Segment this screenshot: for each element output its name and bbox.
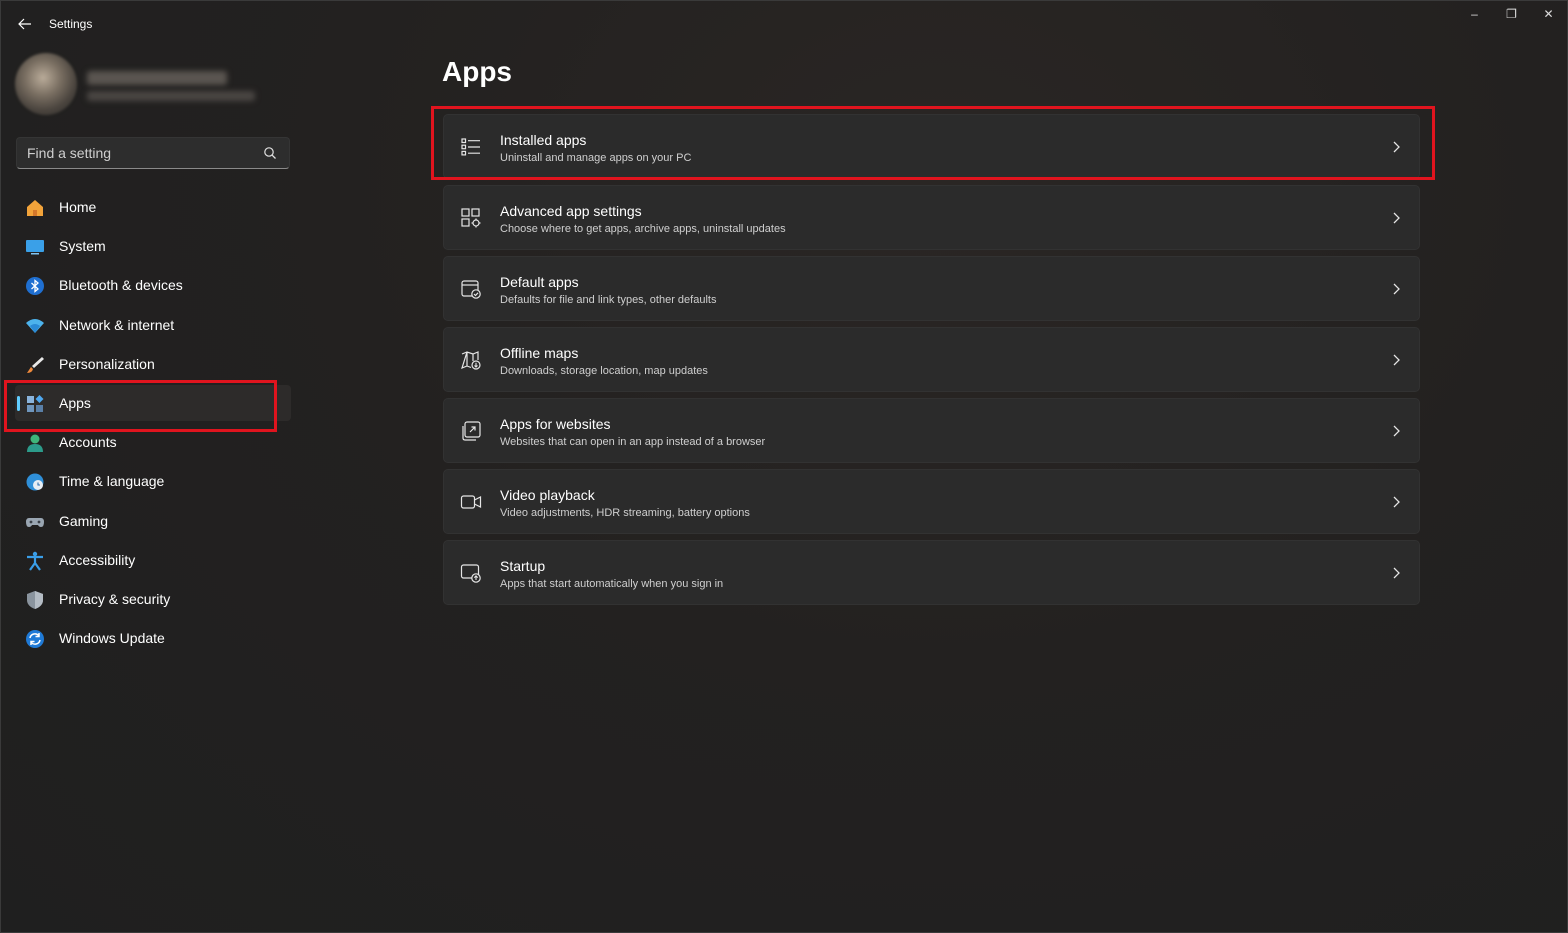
app-title: Settings [49, 17, 93, 31]
card-advanced-app-settings[interactable]: Advanced app settings Choose where to ge… [443, 185, 1420, 250]
back-arrow-icon [18, 18, 31, 30]
card-title: Advanced app settings [500, 203, 642, 219]
card-description: Websites that can open in an app instead… [500, 436, 766, 448]
sidebar-item-label: System [59, 238, 106, 255]
sidebar-item-label: Privacy & security [59, 590, 171, 607]
bluetooth-icon [26, 277, 44, 296]
card-description: Apps that start automatically when you s… [500, 578, 724, 590]
search-box [16, 137, 290, 169]
close-button[interactable]: ✕ [1530, 1, 1567, 27]
sidebar-item-label: Time & language [59, 473, 165, 490]
chevron-right-icon [1393, 283, 1400, 295]
sidebar-item-label: Personalization [59, 355, 155, 372]
card-title: Startup [500, 558, 546, 574]
shield-icon [27, 590, 43, 609]
person-icon [27, 434, 43, 453]
search-input[interactable] [17, 138, 257, 168]
search-icon[interactable] [263, 146, 277, 160]
page-title: Apps [442, 56, 512, 87]
video-icon [460, 495, 482, 509]
title-bar: Settings – ❐ ✕ [1, 1, 1567, 47]
minimize-button[interactable]: – [1456, 1, 1493, 27]
accessibility-icon [27, 551, 43, 571]
settings-window: Settings – ❐ ✕ Home [0, 0, 1568, 933]
profile-name-blurred [87, 71, 227, 85]
card-apps-for-websites[interactable]: Apps for websites Websites that can open… [443, 398, 1420, 463]
home-icon [27, 200, 43, 216]
sidebar-item-home[interactable]: Home [15, 189, 291, 225]
sidebar-item-label: Accounts [59, 434, 117, 451]
apps-icon [27, 394, 44, 412]
globe-clock-icon [26, 473, 44, 491]
gamepad-icon [26, 517, 44, 527]
card-description: Uninstall and manage apps on your PC [500, 152, 692, 164]
chevron-right-icon [1393, 425, 1400, 437]
sidebar-item-apps[interactable]: Apps [15, 384, 291, 421]
avatar [15, 53, 77, 115]
selection-indicator [17, 395, 20, 411]
sidebar-item-accounts[interactable]: Accounts [15, 424, 291, 460]
open-in-app-icon [462, 421, 481, 441]
chevron-right-icon [1393, 141, 1400, 153]
default-apps-icon [461, 280, 481, 299]
startup-icon [460, 564, 481, 583]
sidebar-item-personalization[interactable]: Personalization [15, 346, 291, 382]
sidebar-item-label: Home [59, 199, 97, 215]
user-profile[interactable] [15, 53, 305, 119]
sidebar-item-label: Apps [59, 394, 91, 411]
list-icon [461, 138, 480, 156]
card-title: Apps for websites [500, 416, 611, 432]
sidebar-item-privacy[interactable]: Privacy & security [15, 581, 291, 617]
card-default-apps[interactable]: Default apps Defaults for file and link … [443, 256, 1420, 321]
update-icon [26, 630, 44, 649]
profile-email-blurred [87, 91, 255, 101]
sidebar-item-label: Windows Update [59, 630, 165, 647]
window-controls: – ❐ ✕ [1456, 1, 1567, 27]
card-title: Installed apps [500, 132, 587, 148]
card-title: Offline maps [500, 345, 579, 361]
card-title: Default apps [500, 274, 579, 290]
map-icon [461, 351, 481, 370]
sidebar-item-label: Network & internet [59, 316, 175, 333]
maximize-button[interactable]: ❐ [1493, 1, 1530, 27]
brush-icon [27, 356, 44, 373]
sidebar-item-label: Bluetooth & devices [59, 277, 183, 294]
sidebar-item-accessibility[interactable]: Accessibility [15, 542, 291, 578]
card-description: Video adjustments, HDR streaming, batter… [500, 507, 750, 519]
card-description: Choose where to get apps, archive apps, … [500, 223, 786, 235]
sidebar-item-time-language[interactable]: Time & language [15, 463, 291, 499]
chevron-right-icon [1393, 212, 1400, 224]
sidebar-item-bluetooth[interactable]: Bluetooth & devices [15, 267, 291, 303]
sidebar-item-label: Accessibility [59, 551, 136, 568]
sidebar-nav: Home System Bluetooth & devices Network … [15, 189, 291, 659]
card-video-playback[interactable]: Video playback Video adjustments, HDR st… [443, 469, 1420, 534]
chevron-right-icon [1393, 496, 1400, 508]
back-button[interactable] [11, 11, 39, 37]
sidebar-item-system[interactable]: System [15, 228, 291, 264]
sidebar-item-label: Gaming [59, 512, 109, 529]
chevron-right-icon [1393, 354, 1400, 366]
card-startup[interactable]: Startup Apps that start automatically wh… [443, 540, 1420, 605]
sidebar-item-network[interactable]: Network & internet [15, 307, 291, 343]
sidebar-item-gaming[interactable]: Gaming [15, 503, 291, 539]
wifi-icon [26, 318, 44, 333]
card-description: Defaults for file and link types, other … [500, 294, 717, 306]
card-installed-apps[interactable]: Installed apps Uninstall and manage apps… [443, 114, 1420, 179]
chevron-right-icon [1393, 567, 1400, 579]
apps-settings-list: Installed apps Uninstall and manage apps… [443, 114, 1420, 611]
app-settings-icon [461, 208, 481, 228]
card-title: Video playback [500, 487, 595, 503]
system-icon [26, 240, 44, 255]
card-description: Downloads, storage location, map updates [500, 365, 708, 377]
sidebar-item-windows-update[interactable]: Windows Update [15, 620, 291, 656]
card-offline-maps[interactable]: Offline maps Downloads, storage location… [443, 327, 1420, 392]
